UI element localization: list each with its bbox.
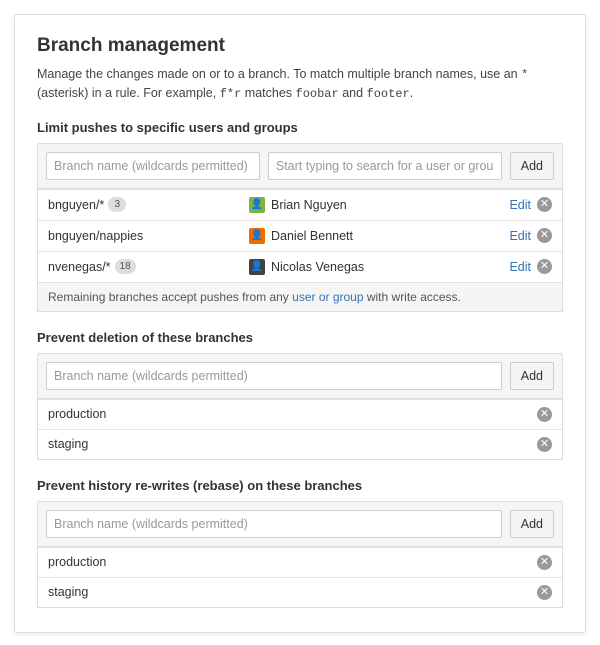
user-name: Daniel Bennett bbox=[271, 229, 353, 243]
edit-link[interactable]: Edit bbox=[509, 229, 531, 243]
branch-management-panel: Branch management Manage the changes mad… bbox=[14, 14, 586, 633]
branch-name: nvenegas/* bbox=[48, 260, 111, 274]
count-badge: 3 bbox=[108, 197, 126, 212]
footer-text: with write access. bbox=[364, 290, 461, 304]
push-row-user: 👤 Brian Nguyen bbox=[249, 197, 503, 213]
count-badge: 18 bbox=[115, 259, 136, 274]
branch-name: bnguyen/* bbox=[48, 198, 104, 212]
push-branch-input[interactable] bbox=[46, 152, 260, 180]
push-add-button[interactable]: Add bbox=[510, 152, 554, 180]
push-row-actions: Edit ✕ bbox=[509, 197, 552, 212]
remove-icon[interactable]: ✕ bbox=[537, 407, 552, 422]
avatar-icon: 👤 bbox=[249, 228, 265, 244]
push-limit-list: bnguyen/*3👤Brian NguyenEdit✕bnguyen/napp… bbox=[37, 189, 563, 312]
delete-add-button[interactable]: Add bbox=[510, 362, 554, 390]
rebase-list: production ✕ staging ✕ bbox=[37, 547, 563, 608]
list-row: production ✕ bbox=[38, 547, 562, 577]
remove-icon[interactable]: ✕ bbox=[537, 585, 552, 600]
remove-icon[interactable]: ✕ bbox=[537, 437, 552, 452]
push-row-branch: bnguyen/nappies bbox=[48, 229, 243, 243]
push-row-branch: bnguyen/* 3 bbox=[48, 197, 243, 212]
push-row-user: 👤 Nicolas Venegas bbox=[249, 259, 503, 275]
delete-heading: Prevent deletion of these branches bbox=[37, 330, 563, 345]
edit-link[interactable]: Edit bbox=[509, 260, 531, 274]
remove-icon[interactable]: ✕ bbox=[537, 555, 552, 570]
delete-form: Add bbox=[37, 353, 563, 399]
avatar-icon: 👤 bbox=[249, 197, 265, 213]
branch-name: staging bbox=[48, 585, 531, 599]
push-limit-form: Add bbox=[37, 143, 563, 189]
delete-list: production ✕ staging ✕ bbox=[37, 399, 563, 460]
footer-text: Remaining branches accept pushes from an… bbox=[48, 290, 292, 304]
page-title: Branch management bbox=[37, 35, 563, 57]
branch-name: production bbox=[48, 407, 531, 421]
branch-name: bnguyen/nappies bbox=[48, 229, 143, 243]
push-limit-heading: Limit pushes to specific users and group… bbox=[37, 120, 563, 135]
push-row-actions: Edit ✕ bbox=[509, 259, 552, 274]
push-row: bnguyen/nappies 👤 Daniel Bennett Edit ✕ bbox=[38, 220, 562, 251]
list-row: staging ✕ bbox=[38, 577, 562, 607]
push-row-user: 👤 Daniel Bennett bbox=[249, 228, 503, 244]
remove-icon[interactable]: ✕ bbox=[537, 259, 552, 274]
push-footer: Remaining branches accept pushes from an… bbox=[38, 282, 562, 311]
list-row: production ✕ bbox=[38, 399, 562, 429]
push-row: nvenegas/* 18 👤 Nicolas Venegas Edit ✕ bbox=[38, 251, 562, 282]
delete-branch-input[interactable] bbox=[46, 362, 502, 390]
list-row: staging ✕ bbox=[38, 429, 562, 459]
user-name: Nicolas Venegas bbox=[271, 260, 364, 274]
push-row-actions: Edit ✕ bbox=[509, 228, 552, 243]
user-name: Brian Nguyen bbox=[271, 198, 347, 212]
footer-link[interactable]: user or group bbox=[292, 290, 363, 304]
branch-name: staging bbox=[48, 437, 531, 451]
remove-icon[interactable]: ✕ bbox=[537, 228, 552, 243]
push-row: bnguyen/* 3 👤 Brian Nguyen Edit ✕ bbox=[38, 189, 562, 220]
remove-icon[interactable]: ✕ bbox=[537, 197, 552, 212]
page-description: Manage the changes made on or to a branc… bbox=[37, 65, 563, 104]
avatar-icon: 👤 bbox=[249, 259, 265, 275]
edit-link[interactable]: Edit bbox=[509, 198, 531, 212]
push-row-branch: nvenegas/* 18 bbox=[48, 259, 243, 274]
branch-name: production bbox=[48, 555, 531, 569]
rebase-heading: Prevent history re-writes (rebase) on th… bbox=[37, 478, 563, 493]
push-user-input[interactable] bbox=[268, 152, 502, 180]
